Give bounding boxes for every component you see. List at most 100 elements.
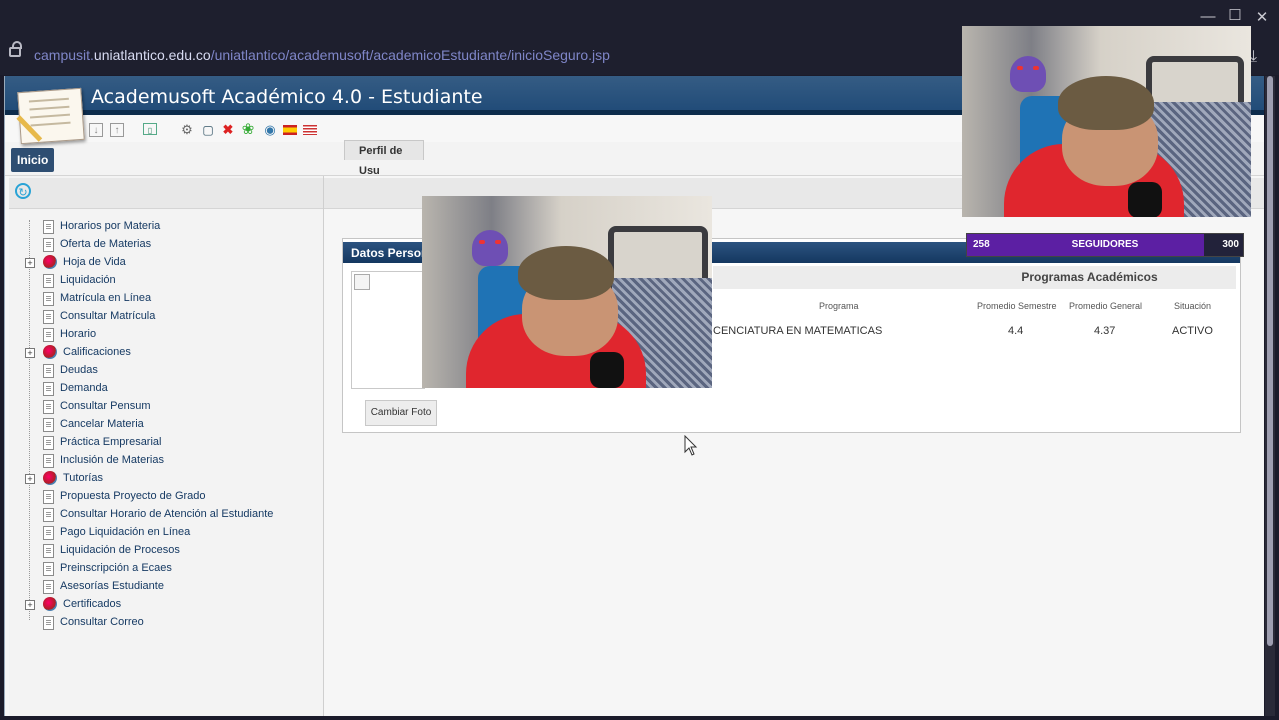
change-photo-button[interactable]: Cambiar Foto xyxy=(365,400,437,426)
sidebar-item-label: Deudas xyxy=(60,364,98,376)
document-icon xyxy=(43,508,54,522)
profile-photo xyxy=(351,271,425,389)
folder-icon xyxy=(43,597,57,611)
sidebar-item[interactable]: Liquidación xyxy=(9,272,309,290)
microphone xyxy=(590,352,624,388)
sidebar-item[interactable]: Cancelar Materia xyxy=(9,416,309,434)
download-icon[interactable]: ⤓ xyxy=(1250,48,1257,66)
scrollbar-thumb[interactable] xyxy=(1267,76,1273,646)
follower-goal-bar: SEGUIDORES 258 300 xyxy=(966,233,1244,257)
document-icon xyxy=(43,580,54,594)
monitor-icon[interactable]: ▢ xyxy=(201,123,215,137)
close-session-icon[interactable]: ✖ xyxy=(221,123,235,137)
tab-profile[interactable]: Perfil de Usu xyxy=(344,140,424,177)
webcam-overlay-center xyxy=(422,196,712,388)
sidebar-item[interactable]: + Tutorías xyxy=(9,470,309,488)
sidebar-item[interactable]: + Calificaciones xyxy=(9,344,309,362)
sidebar-item-label: Cancelar Materia xyxy=(60,418,144,430)
sidebar-item[interactable]: Inclusión de Materias xyxy=(9,452,309,470)
webcam-overlay-corner xyxy=(962,26,1251,217)
close-icon[interactable]: ✕ xyxy=(1252,8,1272,26)
sidebar-item-label: Demanda xyxy=(60,382,108,394)
document-icon xyxy=(43,454,54,468)
document-icon xyxy=(43,364,54,378)
document-icon xyxy=(43,526,54,540)
sidebar-item-label: Oferta de Materias xyxy=(60,238,152,250)
refresh-icon[interactable]: ↻ xyxy=(15,183,31,199)
sidebar-item-label: Liquidación de Procesos xyxy=(60,544,180,556)
clover-icon[interactable]: ❀ xyxy=(241,122,255,137)
sidebar-item-label: Consultar Matrícula xyxy=(60,310,156,322)
document-icon xyxy=(43,562,54,576)
usa-flag-icon[interactable] xyxy=(303,125,317,135)
sidebar-item[interactable]: Oferta de Materias xyxy=(9,236,309,254)
sidebar-item-label: Propuesta Proyecto de Grado xyxy=(60,490,206,502)
column-header-semester-avg: Promedio Semestre xyxy=(977,301,1057,311)
document-icon xyxy=(43,274,54,288)
upload-arrow-icon[interactable]: ↑ xyxy=(110,123,124,137)
minimize-icon[interactable]: — xyxy=(1198,8,1218,25)
document-icon xyxy=(43,310,54,324)
document-icon xyxy=(43,328,54,342)
scrollbar[interactable] xyxy=(1265,76,1275,716)
sidebar-item[interactable]: + Certificados xyxy=(9,596,309,614)
sidebar-item[interactable]: Propuesta Proyecto de Grado xyxy=(9,488,309,506)
column-header-status: Situación xyxy=(1174,301,1212,311)
address-bar-url[interactable]: campusit.uniatlantico.edu.co/uniatlantic… xyxy=(34,47,610,63)
sidebar-item[interactable]: Horarios por Materia xyxy=(9,218,309,236)
sidebar-item-label: Matrícula en Línea xyxy=(60,292,152,304)
followers-count: 258 xyxy=(973,239,990,250)
sidebar-item[interactable]: Consultar Pensum xyxy=(9,398,309,416)
expand-icon[interactable]: + xyxy=(25,600,35,610)
sidebar-item-label: Asesorías Estudiante xyxy=(60,580,164,592)
expand-icon[interactable]: + xyxy=(25,348,35,358)
maximize-icon[interactable]: ☐ xyxy=(1225,6,1245,24)
sidebar-item[interactable]: Liquidación de Procesos xyxy=(9,542,309,560)
sidebar-item[interactable]: + Hoja de Vida xyxy=(9,254,309,272)
document-icon xyxy=(43,292,54,306)
document-icon xyxy=(43,238,54,252)
document-icon xyxy=(43,490,54,504)
download-arrow-icon[interactable]: ↓ xyxy=(89,123,103,137)
sidebar: ↻ Horarios por Materia Oferta de Materias… xyxy=(9,176,324,716)
window-icon[interactable]: ▯ xyxy=(143,123,157,135)
gear-icon[interactable]: ⚙ xyxy=(180,123,194,137)
sidebar-header: ↻ xyxy=(9,178,323,209)
broken-image-icon xyxy=(354,274,370,290)
sidebar-item[interactable]: Consultar Horario de Atención al Estudia… xyxy=(9,506,309,524)
sidebar-item-label: Consultar Pensum xyxy=(60,400,151,412)
spain-flag-icon[interactable] xyxy=(283,125,297,135)
sidebar-item-label: Preinscripción a Ecaes xyxy=(60,562,172,574)
sidebar-item-label: Consultar Horario de Atención al Estudia… xyxy=(60,508,274,520)
sidebar-item[interactable]: Consultar Matrícula xyxy=(9,308,309,326)
sidebar-item[interactable]: Preinscripción a Ecaes xyxy=(9,560,309,578)
sidebar-item-label: Horario xyxy=(60,328,97,340)
home-menu-button[interactable]: Inicio xyxy=(11,148,55,172)
app-logo xyxy=(17,87,85,145)
semester-average: 4.4 xyxy=(1008,325,1024,337)
expand-icon[interactable]: + xyxy=(25,474,35,484)
sidebar-item[interactable]: Asesorías Estudiante xyxy=(9,578,309,596)
document-icon xyxy=(43,220,54,234)
followers-label: SEGUIDORES xyxy=(1071,239,1139,250)
person-cap xyxy=(518,246,614,300)
document-icon xyxy=(43,544,54,558)
sidebar-item[interactable]: Práctica Empresarial xyxy=(9,434,309,452)
sidebar-item-label: Calificaciones xyxy=(63,346,131,358)
sidebar-item[interactable]: Consultar Correo xyxy=(9,614,309,632)
sidebar-item[interactable]: Deudas xyxy=(9,362,309,380)
sidebar-item[interactable]: Horario xyxy=(9,326,309,344)
sidebar-item-label: Horarios por Materia xyxy=(60,220,161,232)
programs-title: Programas Académicos xyxy=(713,266,1236,289)
folder-icon xyxy=(43,471,57,485)
sidebar-item-label: Certificados xyxy=(63,598,122,610)
program-status: ACTIVO xyxy=(1172,325,1213,337)
lock-icon xyxy=(9,41,22,57)
expand-icon[interactable]: + xyxy=(25,258,35,268)
globe-icon[interactable]: ◉ xyxy=(263,123,277,137)
sidebar-item[interactable]: Matrícula en Línea xyxy=(9,290,309,308)
sidebar-item-label: Tutorías xyxy=(63,472,103,484)
program-name: CENCIATURA EN MATEMATICAS xyxy=(713,325,883,337)
sidebar-item[interactable]: Demanda xyxy=(9,380,309,398)
sidebar-item[interactable]: Pago Liquidación en Línea xyxy=(9,524,309,542)
